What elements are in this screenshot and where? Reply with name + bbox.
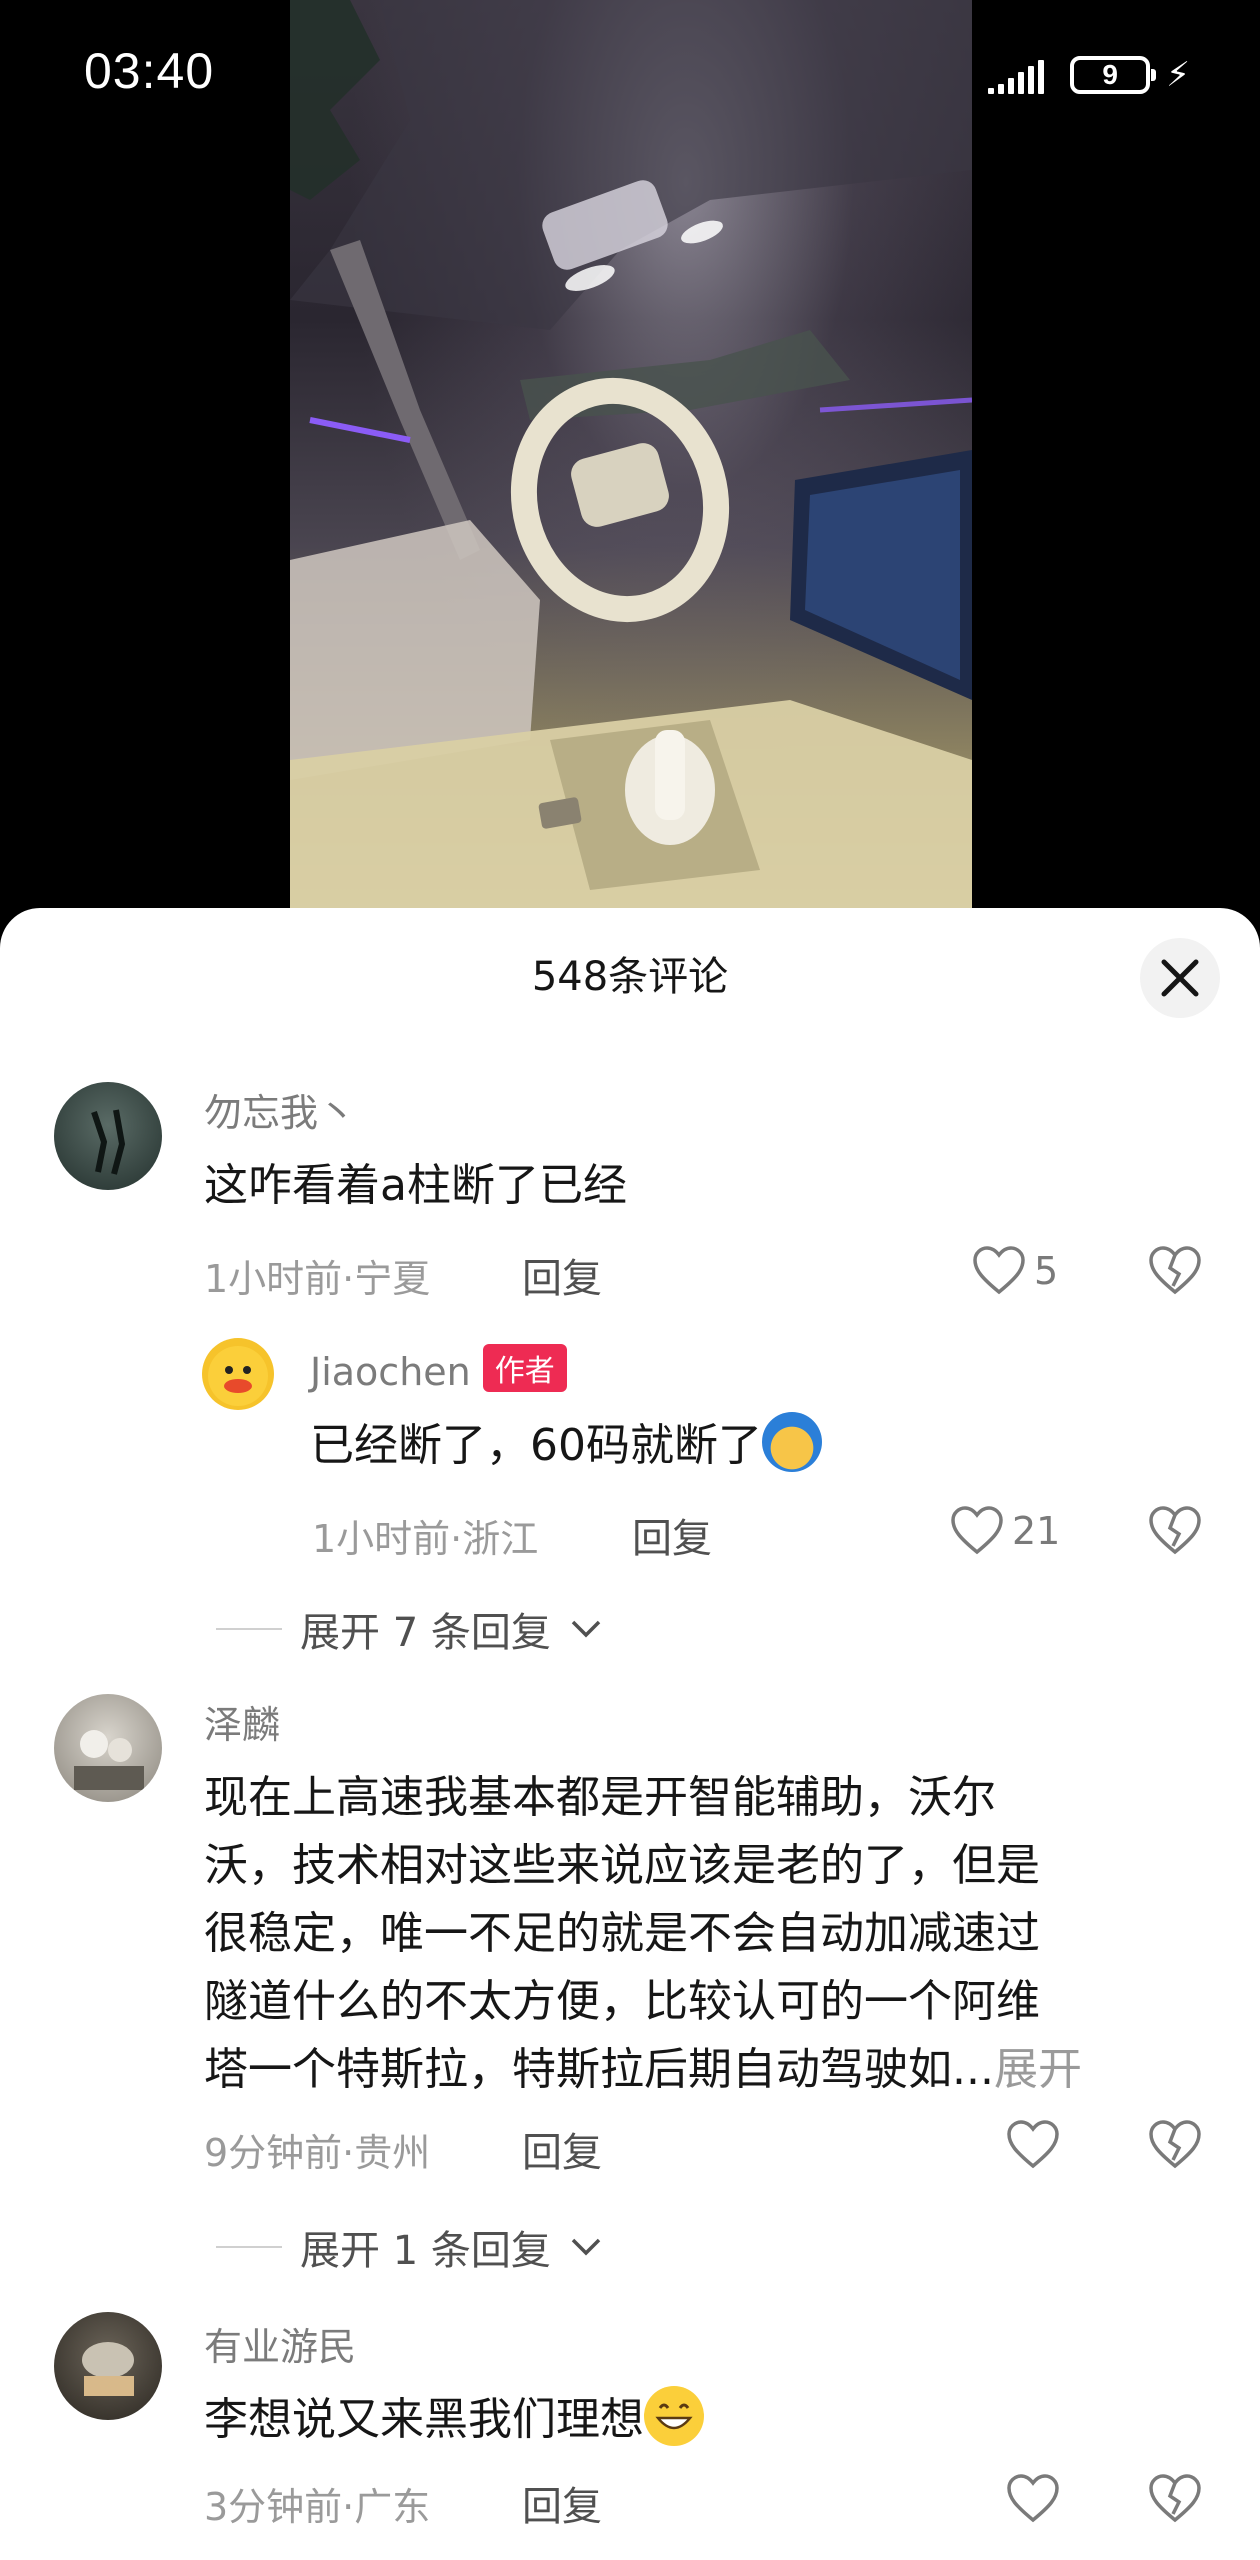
comment-text: 李想说又来黑我们理想	[204, 2386, 1164, 2454]
show-more-link[interactable]: 展开	[994, 2044, 1082, 2095]
divider-line	[216, 1628, 282, 1630]
charging-bolt-icon: ⚡	[1166, 55, 1190, 95]
chevron-down-icon	[571, 2238, 601, 2256]
reply-button[interactable]: 回复	[522, 2474, 602, 2532]
avatar[interactable]	[54, 2312, 162, 2420]
dislike-button[interactable]	[1148, 2120, 1202, 2174]
like-button[interactable]: 5	[972, 1246, 1058, 1296]
comment-username[interactable]: 勿忘我丶	[204, 1082, 356, 1137]
broken-heart-icon	[1149, 2120, 1201, 2169]
broken-heart-icon	[1149, 1246, 1201, 1295]
like-button[interactable]	[1006, 2474, 1060, 2524]
comment-username[interactable]: 泽麟	[204, 1694, 280, 1749]
battery-icon: 9	[1070, 56, 1157, 94]
heart-icon	[1007, 2120, 1059, 2169]
signal-bars-icon	[988, 56, 1045, 94]
divider-line	[216, 2246, 282, 2248]
broken-heart-icon	[1149, 1506, 1201, 1555]
avatar[interactable]	[54, 1082, 162, 1190]
author-avatar[interactable]	[202, 1338, 274, 1410]
comments-count-title: 548条评论	[531, 954, 729, 1000]
chevron-down-icon	[571, 1620, 601, 1638]
dislike-button[interactable]	[1148, 1246, 1202, 1300]
status-time: 03:40	[84, 43, 215, 99]
car-interior-illustration	[290, 0, 972, 912]
comment-time-location: 3分钟前·广东	[204, 2485, 431, 2529]
comment-time-location: 9分钟前·贵州	[204, 2131, 431, 2175]
reply-time-location: 1小时前·浙江	[312, 1517, 539, 1561]
heart-icon	[951, 1506, 1003, 1555]
dislike-button[interactable]	[1148, 1506, 1202, 1560]
blue-hair-emoji-icon	[762, 1412, 822, 1472]
author-badge: 作者	[482, 1344, 567, 1392]
dislike-button[interactable]	[1148, 2474, 1202, 2528]
like-button[interactable]: 21	[950, 1506, 1060, 1556]
expand-replies-button[interactable]: 展开 1 条回复	[216, 2218, 603, 2276]
like-count: 21	[1012, 1509, 1061, 1553]
heart-icon	[1007, 2474, 1059, 2523]
comments-sheet: 548条评论 勿忘我丶 这咋看着a柱断了已经 1小时前·宁夏 回复 5 Jiao…	[0, 908, 1260, 2560]
close-icon	[1161, 959, 1199, 997]
reply-text: 已经断了，60码就断了	[310, 1412, 1260, 1480]
comment-text: 现在上高速我基本都是开智能辅助，沃尔 沃，技术相对这些来说应该是老的了，但是 很…	[204, 1772, 1082, 2095]
like-button[interactable]	[1006, 2120, 1060, 2170]
grin-emoji-icon	[644, 2386, 704, 2446]
heart-icon	[973, 1246, 1025, 1295]
reply-button[interactable]: 回复	[522, 2120, 602, 2178]
comment-time-location: 1小时前·宁夏	[204, 1257, 431, 1301]
avatar[interactable]	[54, 1694, 162, 1802]
expand-replies-button[interactable]: 展开 7 条回复	[216, 1600, 603, 1658]
comment-username[interactable]: 有业游民	[204, 2316, 356, 2371]
reply-button[interactable]: 回复	[632, 1506, 712, 1564]
close-button[interactable]	[1140, 938, 1220, 1018]
reply-username[interactable]: Jiaochen 作者	[310, 1344, 567, 1394]
comment-text: 这咋看着a柱断了已经	[204, 1160, 627, 1211]
reply-button[interactable]: 回复	[522, 1246, 602, 1304]
like-count: 5	[1034, 1249, 1059, 1293]
broken-heart-icon	[1149, 2474, 1201, 2523]
video-player[interactable]	[290, 0, 972, 912]
